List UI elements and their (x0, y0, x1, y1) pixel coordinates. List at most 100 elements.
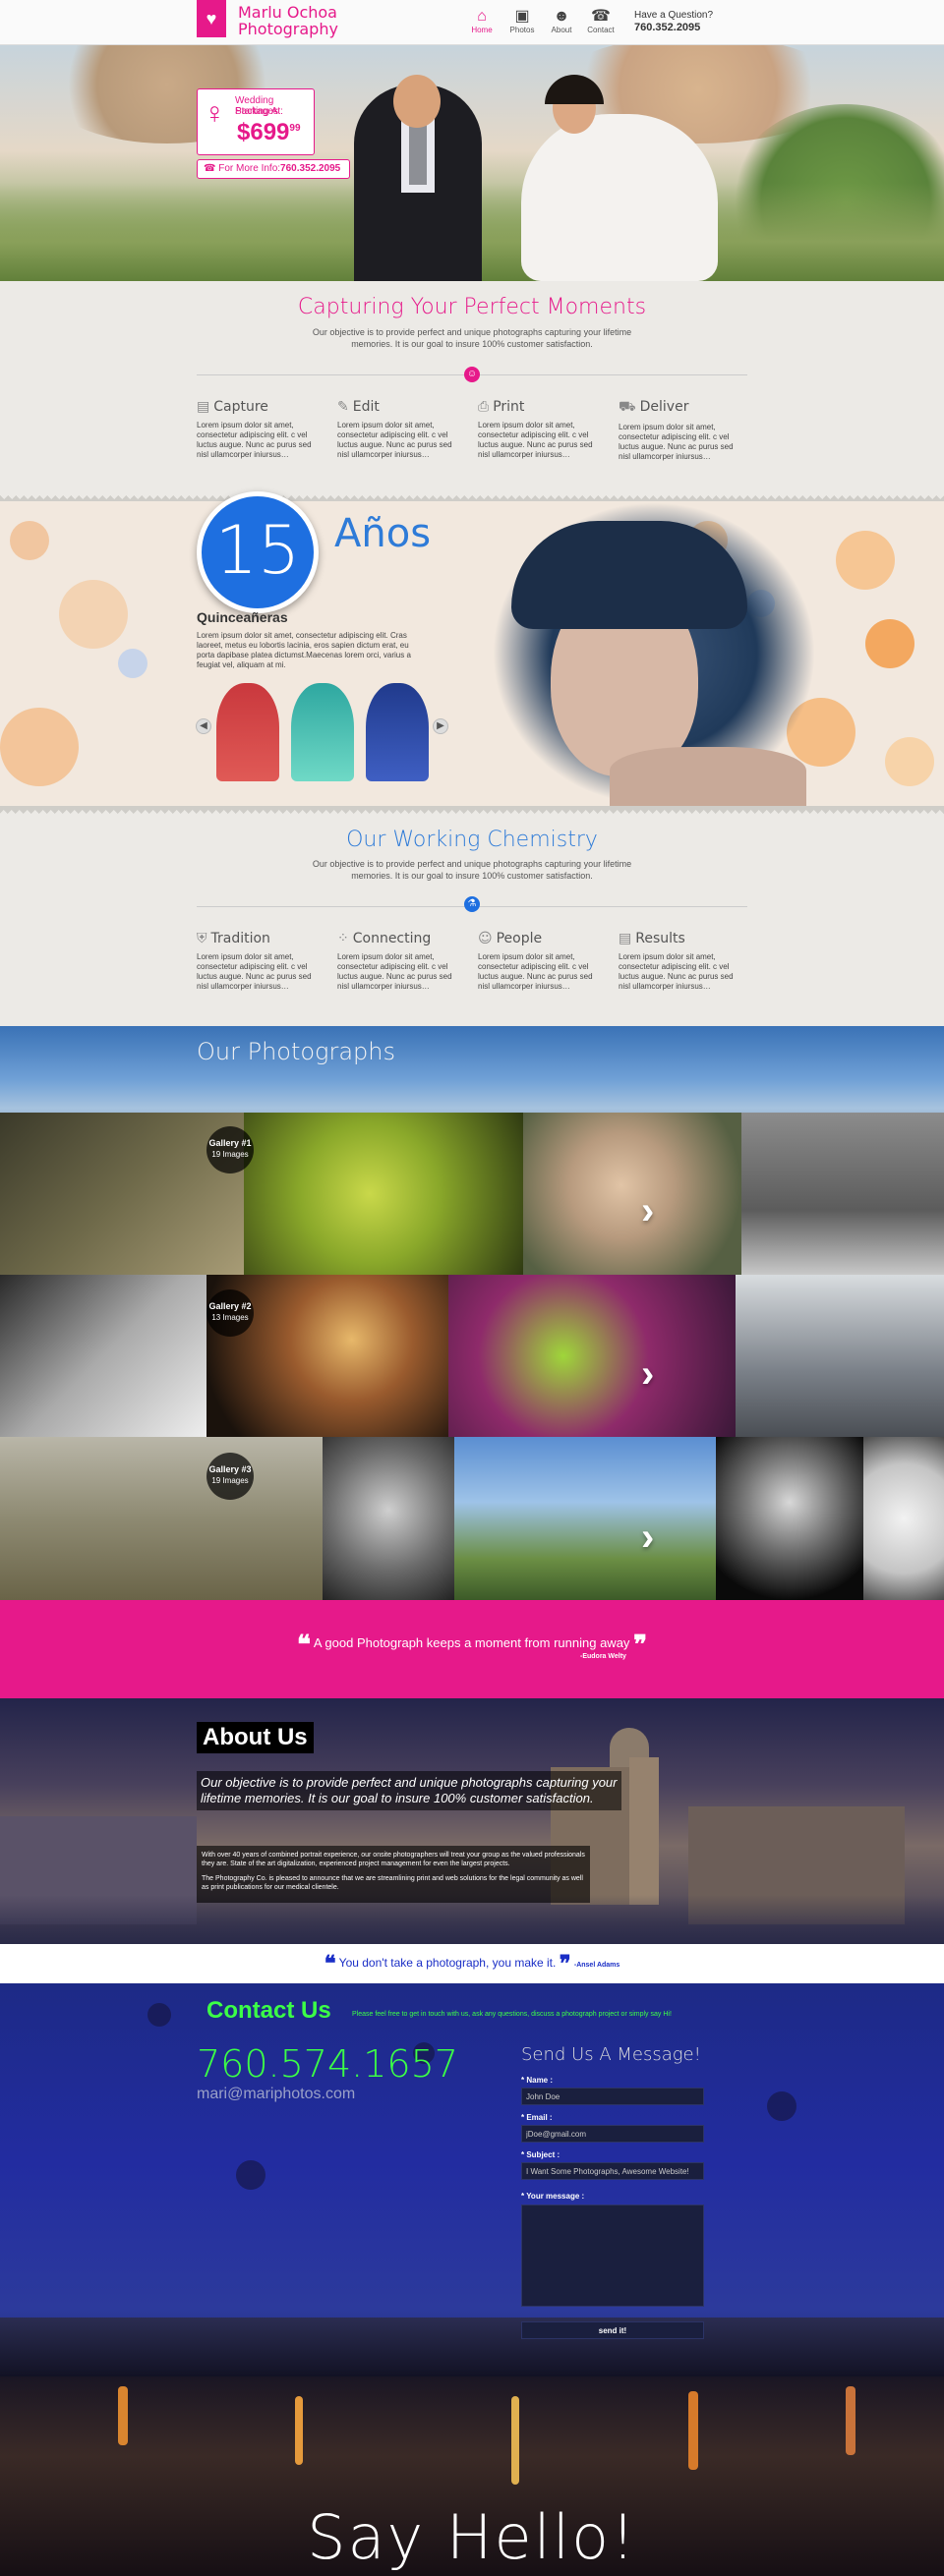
quince-banner (0, 501, 944, 806)
next-arrow-icon[interactable]: ▶ (433, 718, 448, 734)
nav-contact[interactable]: ☎ Contact (583, 8, 619, 34)
feature-title: Tradition (210, 931, 270, 946)
photo-glasses[interactable] (244, 1113, 523, 1275)
message-label: * Your message : (521, 2192, 585, 2201)
quote2-author: -Ansel Adams (573, 1962, 620, 1969)
contact-email[interactable]: mari@mariphotos.com (197, 2086, 355, 2103)
photo-baby[interactable] (0, 1275, 206, 1437)
question-phone[interactable]: 760.352.2095 (634, 22, 700, 33)
say-hello: Say Hello! (307, 2501, 637, 2573)
flask-icon: ⚗ (464, 896, 480, 912)
feature-capture: ▤ Capture Lorem ipsum dolor sit amet, cons… (197, 399, 324, 460)
send-button[interactable]: send it! (521, 2321, 704, 2339)
gallery-count: 19 Images (211, 1150, 249, 1159)
anos-title: Años (334, 511, 432, 556)
gallery-2-badge[interactable]: Gallery #2 13 Images (206, 1289, 254, 1337)
header-question: Have a Question? 760.352.2095 (634, 10, 713, 34)
shield-icon: ⛨ (197, 931, 207, 946)
quote1-text: A good Photograph keeps a moment from ru… (313, 1635, 630, 1650)
brand-logo[interactable]: Marlu Ochoa Photography (238, 4, 338, 37)
feature-title: Deliver (639, 399, 689, 415)
nav-about[interactable]: ☻ About (544, 8, 579, 34)
quote-author: -Eudora Welty (580, 1653, 626, 1660)
quince-text: Lorem ipsum dolor sit amet, consectetur … (197, 631, 411, 669)
dress-red (216, 683, 279, 781)
photo-woman-portrait[interactable] (323, 1437, 454, 1600)
contact-background (0, 1983, 944, 2576)
zigzag-border (0, 806, 944, 814)
photo-couple-bench[interactable] (0, 1437, 323, 1600)
more-info-bar[interactable]: ☎ For More Info:760.352.2095 (197, 159, 350, 179)
person-icon: ☻ (553, 8, 570, 25)
feature-text: Lorem ipsum dolor sit amet, consectetur … (478, 421, 593, 459)
hero-image (0, 45, 944, 281)
quote-open-icon: ❝ (324, 1951, 336, 1975)
prev-arrow-icon[interactable]: ◀ (196, 718, 211, 734)
chevron-right-icon[interactable]: › (641, 1189, 654, 1233)
feature-edit: ✎ Edit Lorem ipsum dolor sit amet, consect… (337, 399, 465, 460)
message-field[interactable] (521, 2204, 704, 2307)
section1-sub2: memories. It is our goal to insure 100% … (351, 339, 593, 349)
chevron-right-icon[interactable]: › (641, 1516, 654, 1560)
feature-title: Edit (352, 399, 380, 415)
feature-text: Lorem ipsum dolor sit amet, consectetur … (619, 952, 734, 991)
quote2-text: ❝ You don't take a photograph, you make … (0, 1951, 944, 1976)
gallery-count: 13 Images (211, 1313, 249, 1322)
nav-contact-label: Contact (587, 26, 615, 34)
gallery-3-badge[interactable]: Gallery #3 19 Images (206, 1453, 254, 1500)
photo-dancer[interactable] (716, 1437, 863, 1600)
quote2-body: You don't take a photograph, you make it… (338, 1956, 557, 1970)
heart-icon[interactable]: ♥ (197, 0, 226, 37)
smiley-icon: ☺ (478, 931, 493, 946)
photos-title: Our Photographs (197, 1038, 395, 1065)
promo-line2: Starting At: (235, 106, 283, 117)
subject-label: * Subject : (521, 2150, 560, 2159)
nav-photos-label: Photos (509, 26, 535, 34)
contact-subtitle: Please feel free to get in touch with us… (352, 2011, 672, 2018)
photo-teddy-bear[interactable] (741, 1113, 944, 1275)
nav-about-label: About (551, 26, 572, 34)
feature-deliver: ⛟ Deliver Lorem ipsum dolor sit amet, cons… (619, 399, 746, 462)
gallery-count: 19 Images (211, 1476, 249, 1485)
contact-phone[interactable]: 760.574.1657 (197, 2042, 458, 2086)
photo-white-cat[interactable] (863, 1437, 944, 1600)
feature-people: ☺ People Lorem ipsum dolor sit amet, conse… (478, 931, 606, 992)
section2-title: Our Working Chemistry (346, 828, 598, 852)
subject-field[interactable] (521, 2162, 704, 2180)
price-cents: 99 (289, 123, 301, 134)
photo-caterpillar[interactable] (448, 1275, 736, 1437)
quote-close-icon: ❞ (559, 1951, 571, 1975)
name-field[interactable] (521, 2088, 704, 2105)
feature-text: Lorem ipsum dolor sit amet, consectetur … (478, 952, 593, 991)
gallery-1-badge[interactable]: Gallery #1 19 Images (206, 1126, 254, 1174)
brand-line2: Photography (238, 20, 338, 38)
photo-camera[interactable] (0, 1113, 244, 1275)
name-label: * Name : (521, 2076, 554, 2085)
promo-card[interactable]: ♀ Wedding Packages Starting At: $69999 (197, 88, 315, 155)
email-label: * Email : (521, 2113, 553, 2122)
printer-icon: ⎙ (478, 399, 490, 415)
gallery-name: Gallery #1 (208, 1138, 252, 1148)
chevron-right-icon[interactable]: › (641, 1352, 654, 1397)
quote-close-icon: ❞ (633, 1630, 648, 1659)
document-icon: ▤ (619, 931, 632, 946)
nav-home[interactable]: ⌂ Home (464, 8, 500, 34)
photo-balloons-bridge[interactable] (454, 1437, 716, 1600)
photo-ocean-girl[interactable] (736, 1275, 944, 1437)
phone-icon: ☎ (591, 8, 611, 25)
phone-icon: ☎ (204, 163, 219, 174)
photo-girl-reaching[interactable] (523, 1113, 741, 1275)
page: ♥ Marlu Ochoa Photography ⌂ Home ▣ Photos … (0, 0, 944, 2576)
bride-icon: ♀ (204, 97, 226, 130)
photo-icon: ▣ (514, 8, 530, 25)
feature-text: Lorem ipsum dolor sit amet, consectetur … (197, 421, 312, 459)
promo-price: $69999 (237, 119, 301, 146)
more-info-phone: 760.352.2095 (280, 163, 341, 174)
email-field[interactable] (521, 2125, 704, 2143)
feature-text: Lorem ipsum dolor sit amet, consectetur … (197, 952, 312, 991)
feature-text: Lorem ipsum dolor sit amet, consectetur … (337, 952, 452, 991)
price-value: $699 (237, 119, 290, 145)
dress-teal (291, 683, 354, 781)
nav-photos[interactable]: ▣ Photos (504, 8, 540, 34)
feature-tradition: ⛨ Tradition Lorem ipsum dolor sit amet, co… (197, 931, 324, 992)
